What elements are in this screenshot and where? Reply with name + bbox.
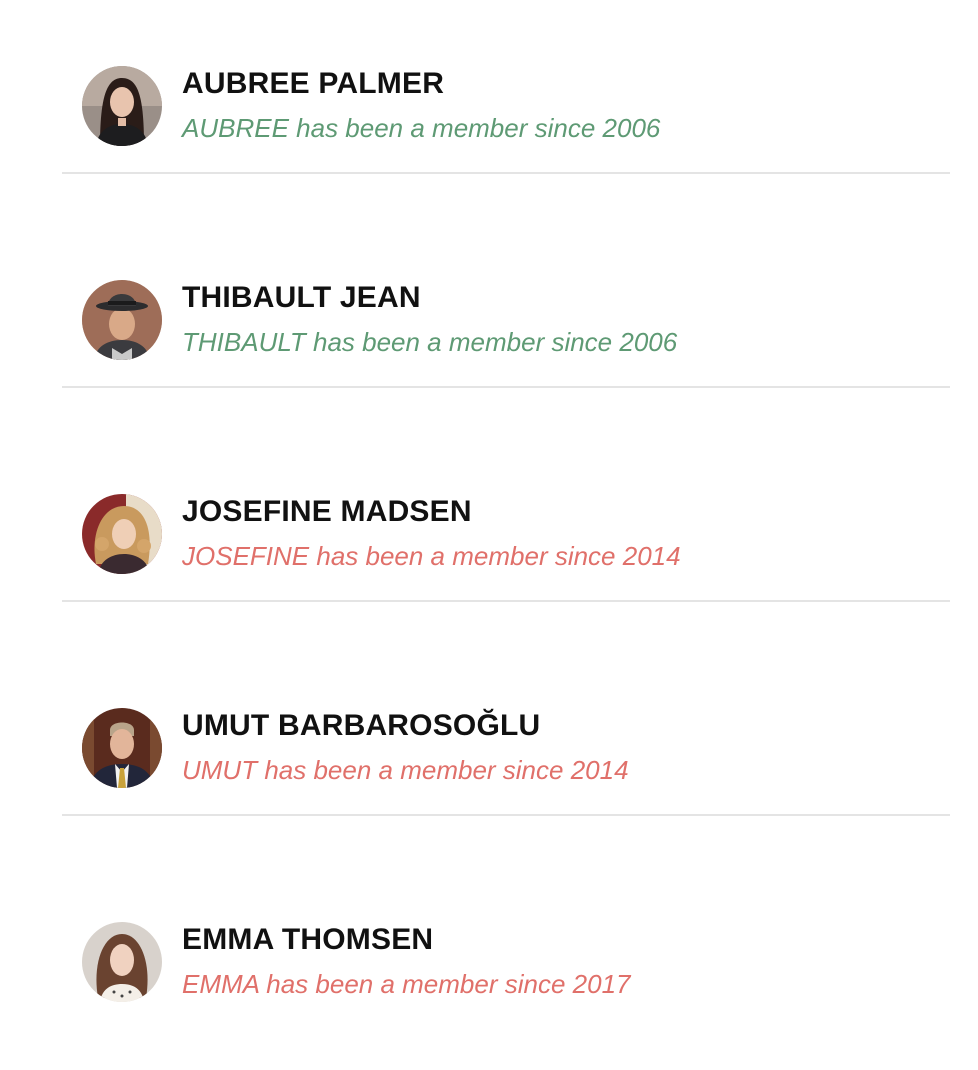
divider <box>62 600 950 602</box>
member-since-text: UMUT has been a member since 2014 <box>182 755 629 785</box>
member-row[interactable]: THIBAULT JEAN THIBAULT has been a member… <box>62 214 950 428</box>
avatar-photo-woman-curly-hair <box>82 494 162 574</box>
divider <box>62 814 950 816</box>
member-row[interactable]: EMMA THOMSEN EMMA has been a member sinc… <box>62 856 950 1070</box>
divider <box>62 386 950 388</box>
avatar-photo-man-fedora <box>82 280 162 360</box>
avatar[interactable] <box>82 66 162 146</box>
avatar-photo-man-suit <box>82 708 162 788</box>
member-name: UMUT BARBAROSOĞLU <box>182 709 541 742</box>
avatar-photo-woman-brown-hair <box>82 922 162 1002</box>
avatar-photo-woman-dark-hair <box>82 66 162 146</box>
avatar[interactable] <box>82 708 162 788</box>
member-name: AUBREE PALMER <box>182 67 445 100</box>
avatar[interactable] <box>82 494 162 574</box>
member-row[interactable]: UMUT BARBAROSOĞLU UMUT has been a member… <box>62 642 950 856</box>
member-list: AUBREE PALMER AUBREE has been a member s… <box>62 0 950 1070</box>
member-since-text: EMMA has been a member since 2017 <box>182 969 631 999</box>
member-row[interactable]: JOSEFINE MADSEN JOSEFINE has been a memb… <box>62 428 950 642</box>
member-since-text: THIBAULT has been a member since 2006 <box>182 327 678 357</box>
divider <box>62 172 950 174</box>
member-row[interactable]: AUBREE PALMER AUBREE has been a member s… <box>62 0 950 214</box>
member-name: JOSEFINE MADSEN <box>182 495 472 528</box>
member-name: EMMA THOMSEN <box>182 923 434 956</box>
member-since-text: AUBREE has been a member since 2006 <box>182 113 661 143</box>
avatar[interactable] <box>82 280 162 360</box>
member-name: THIBAULT JEAN <box>182 281 421 314</box>
member-since-text: JOSEFINE has been a member since 2014 <box>182 541 681 571</box>
avatar[interactable] <box>82 922 162 1002</box>
